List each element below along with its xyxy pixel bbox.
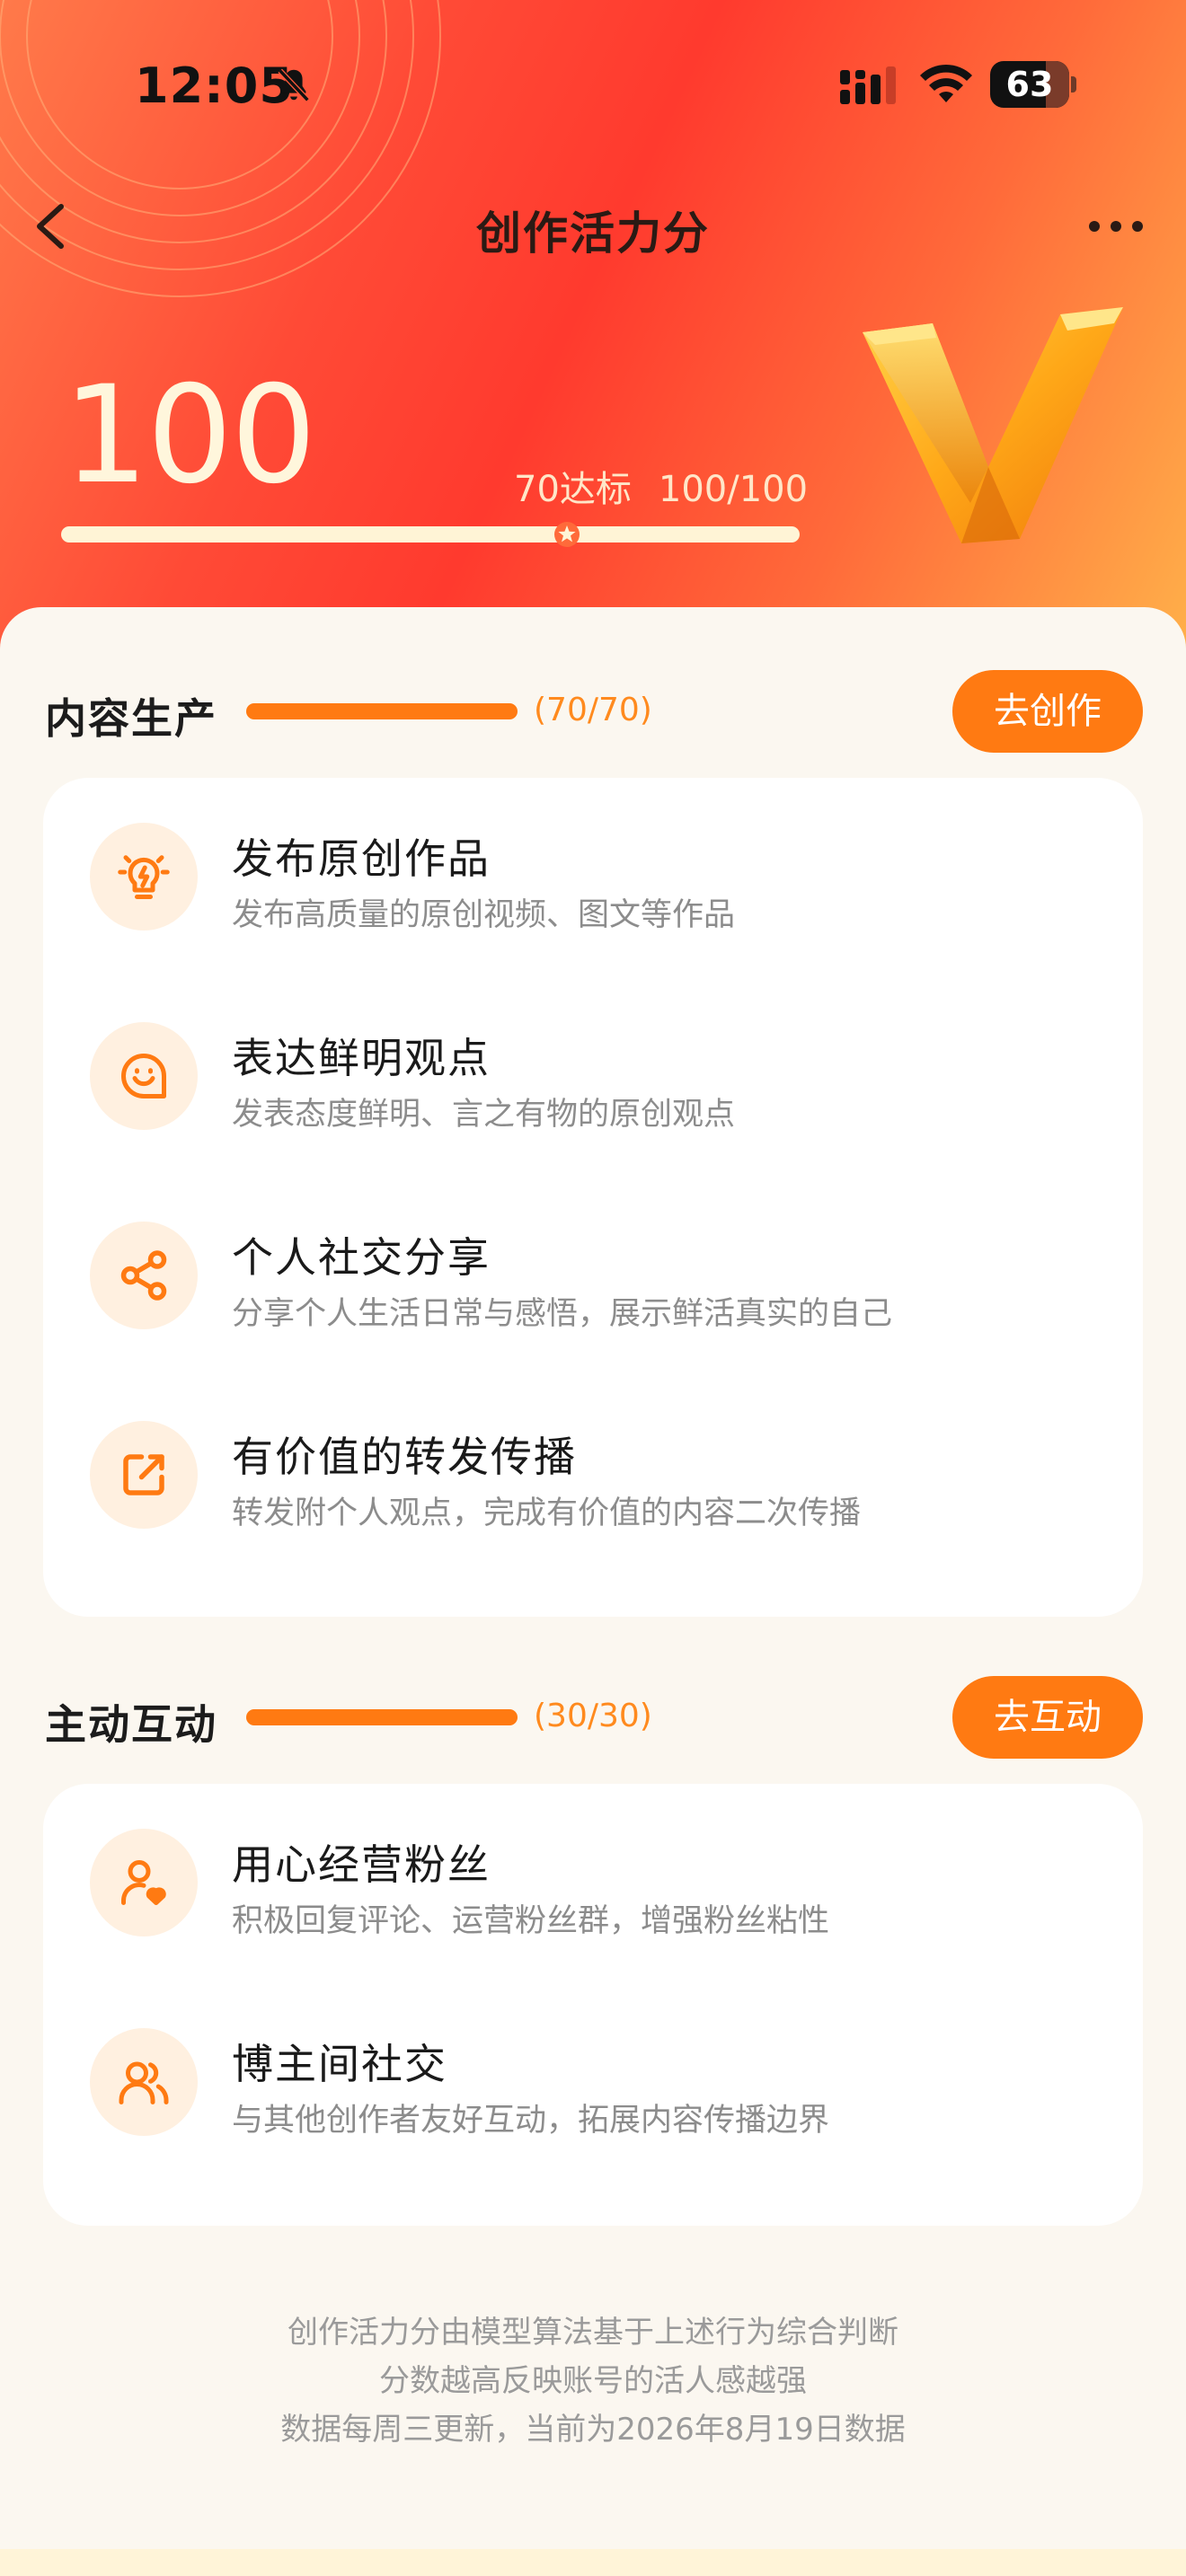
item-title: 发布原创作品 [232, 834, 491, 883]
score-progress-label: 100/100 [658, 469, 809, 510]
section-header-active-interaction: 主动互动 (30/30) 去互动 [0, 1671, 1186, 1760]
section-progress-bar [246, 1709, 518, 1725]
battery-indicator: 63 [990, 61, 1076, 108]
footer-line: 分数越高反映账号的活人感越强 [379, 2363, 807, 2399]
footer-note: 创作活力分由模型算法基于上述行为综合判断 分数越高反映账号的活人感越强 数据每周… [0, 2308, 1186, 2454]
hero-banner: 12:05 63 创作活力分 100 70达标 100/100 [0, 0, 1186, 683]
user-heart-icon [121, 1860, 166, 1905]
users-icon [119, 2061, 169, 2104]
status-time: 12:05 [135, 57, 294, 114]
section-progress-fill [246, 1709, 518, 1725]
list-item[interactable]: 表达鲜明观点 发表态度鲜明、言之有物的原创观点 [43, 977, 1143, 1177]
item-desc: 转发附个人观点，完成有价值的内容二次传播 [232, 1495, 862, 1531]
item-icon-bg [90, 1222, 198, 1329]
go-create-button[interactable]: 去创作 [952, 670, 1143, 753]
list-item[interactable]: 发布原创作品 发布高质量的原创视频、图文等作品 [43, 778, 1143, 977]
item-icon-bg [90, 1829, 198, 1936]
nav-bar: 创作活力分 [0, 180, 1186, 269]
footer-line: 创作活力分由模型算法基于上述行为综合判断 [288, 2315, 898, 2351]
item-desc: 与其他创作者友好互动，拓展内容传播边界 [232, 2103, 830, 2139]
lightbulb-icon [118, 855, 170, 899]
score-progress-meta: 70达标 100/100 [514, 460, 808, 512]
section-title: 内容生产 [45, 694, 217, 743]
list-item[interactable]: 个人社交分享 分享个人生活日常与感悟，展示鲜活真实的自己 [43, 1177, 1143, 1376]
item-icon-bg [90, 1421, 198, 1529]
item-title: 有价值的转发传播 [232, 1433, 577, 1481]
item-desc: 分享个人生活日常与感悟，展示鲜活真实的自己 [232, 1296, 893, 1332]
chat-smile-icon [121, 1054, 166, 1098]
active-interaction-card: 用心经营粉丝 积极回复评论、运营粉丝群，增强粉丝粘性 博主间社交 与其他创作者友… [43, 1784, 1143, 2226]
item-title: 个人社交分享 [232, 1233, 491, 1282]
list-item[interactable]: 有价值的转发传播 转发附个人观点，完成有价值的内容二次传播 [43, 1376, 1143, 1575]
item-icon-bg [90, 823, 198, 931]
page-title: 创作活力分 [476, 207, 710, 260]
item-title: 博主间社交 [232, 2040, 447, 2088]
threshold-label: 70达标 [514, 469, 632, 510]
section-header-content-production: 内容生产 (70/70) 去创作 [0, 665, 1186, 754]
wifi-icon [920, 64, 972, 102]
section-count: (70/70) [534, 692, 652, 728]
threshold-star-icon [554, 522, 580, 547]
bell-muted-icon [278, 68, 310, 102]
bottom-strip [0, 2549, 1186, 2576]
status-bar: 12:05 63 [0, 54, 1186, 119]
item-desc: 发布高质量的原创视频、图文等作品 [232, 897, 736, 933]
share-icon [120, 1250, 167, 1301]
score-value: 100 [63, 357, 316, 514]
content-production-card: 发布原创作品 发布高质量的原创视频、图文等作品 表达鲜明观点 发表态度鲜明、言之… [43, 778, 1143, 1617]
go-interact-button[interactable]: 去互动 [952, 1676, 1143, 1759]
footer-line: 数据每周三更新，当前为2026年8月19日数据 [280, 2412, 906, 2448]
list-item[interactable]: 用心经营粉丝 积极回复评论、运营粉丝群，增强粉丝粘性 [43, 1784, 1143, 1983]
score-progress-bar [61, 522, 800, 547]
section-title: 主动互动 [45, 1700, 217, 1749]
item-title: 用心经营粉丝 [232, 1840, 491, 1889]
v-badge-logo [863, 307, 1123, 543]
item-icon-bg [90, 1022, 198, 1130]
item-icon-bg [90, 2028, 198, 2136]
battery-level: 63 [1005, 65, 1054, 104]
item-desc: 积极回复评论、运营粉丝群，增强粉丝粘性 [232, 1903, 830, 1939]
cellular-signal-icon [840, 66, 896, 104]
section-progress-fill [246, 703, 518, 719]
section-count: (30/30) [534, 1698, 652, 1734]
list-item[interactable]: 博主间社交 与其他创作者友好互动，拓展内容传播边界 [43, 1983, 1143, 2183]
item-title: 表达鲜明观点 [232, 1034, 491, 1082]
more-options-icon[interactable] [1087, 216, 1145, 237]
section-progress-bar [246, 703, 518, 719]
forward-icon [123, 1454, 164, 1495]
item-desc: 发表态度鲜明、言之有物的原创观点 [232, 1097, 736, 1133]
